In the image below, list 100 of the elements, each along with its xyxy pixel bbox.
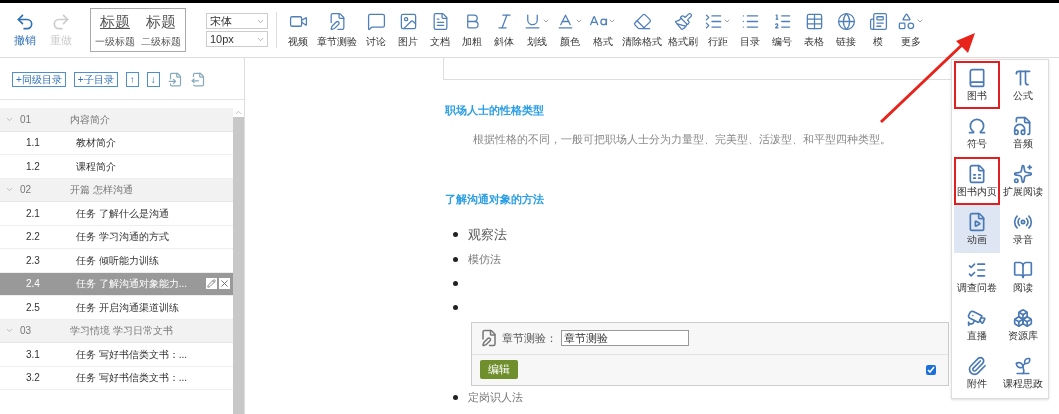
menu-item[interactable]: 图书	[954, 61, 1000, 109]
paperclip-icon	[967, 355, 987, 376]
section-number: 2.3	[26, 253, 41, 268]
font-size-select[interactable]: 10px	[206, 31, 268, 47]
chapter-row[interactable]: 02 开篇 怎样沟通	[0, 178, 233, 202]
undo-icon	[15, 11, 35, 32]
toolbar-button[interactable]: 文档	[427, 11, 453, 49]
toolbar-button[interactable]: 编号	[769, 11, 795, 49]
font-family-select[interactable]: 宋体	[206, 13, 268, 29]
section-title: 教材简介	[76, 136, 117, 151]
section-title: 任务 开启沟通渠道训练	[76, 300, 180, 315]
menu-item[interactable]: 公式	[1000, 61, 1046, 109]
chapter-row[interactable]: 01 内容简介	[0, 108, 233, 132]
chapter-title: 内容简介	[70, 112, 110, 127]
bullet-text: 定岗识人法	[468, 390, 523, 406]
chapter-number: 03	[20, 324, 33, 339]
toolbar-button[interactable]: 颜色	[556, 11, 583, 49]
toolbar-button[interactable]: 清除格式	[622, 11, 662, 49]
menu-item[interactable]: 音频	[1000, 109, 1046, 157]
scroll-up-icon[interactable]	[233, 108, 244, 117]
quiz-label: 章节测验：	[502, 330, 557, 346]
template-icon	[868, 11, 888, 31]
section-title: 课程简介	[76, 159, 117, 174]
table-icon	[804, 11, 824, 31]
toolbar-button[interactable]: 模	[865, 11, 891, 49]
page-icon	[967, 163, 987, 184]
toolbar-button[interactable]: 目录	[737, 11, 763, 49]
menu-item[interactable]: 课程思政	[1000, 349, 1046, 397]
undo-button[interactable]: 撤销	[10, 11, 40, 49]
redo-icon	[51, 11, 71, 32]
chapter-row[interactable]: 03 学习情境 学习日常文书	[0, 319, 233, 343]
delete-icon[interactable]	[219, 278, 230, 290]
bullet-icon	[453, 257, 458, 262]
eraser-icon	[632, 11, 652, 31]
toolbar-button[interactable]: 表格	[801, 11, 827, 49]
menu-item[interactable]: 调查问卷	[954, 253, 1000, 301]
toolbar-button[interactable]: 划线	[523, 11, 550, 49]
menu-item[interactable]: 符号	[954, 109, 1000, 157]
audio-file-icon	[1013, 115, 1033, 136]
toolbar-button[interactable]: 加粗	[459, 11, 485, 49]
bullet-icon	[453, 281, 458, 286]
outline-button[interactable]: ↑	[125, 72, 139, 87]
open-book-icon	[1013, 259, 1033, 280]
outline-button[interactable]: ↓	[146, 72, 160, 87]
image-icon	[398, 11, 418, 31]
outline-button[interactable]: +同级目录	[12, 72, 66, 87]
sparkle-icon	[1013, 163, 1033, 184]
caret-icon	[542, 17, 550, 25]
heading-style-button[interactable]: 标题 一级标题	[95, 11, 135, 49]
video-file-icon	[967, 211, 987, 232]
caret-icon	[916, 17, 924, 25]
menu-item[interactable]: 动画	[954, 205, 1000, 253]
menu-item[interactable]: 附件	[954, 349, 1000, 397]
book-icon	[967, 67, 987, 88]
section-title: 任务 了解沟通对象能力...	[76, 277, 189, 292]
section-number: 2.4	[26, 277, 41, 292]
menu-item[interactable]: 图书内页	[954, 157, 1000, 205]
toolbar-button[interactable]: 格式刷	[668, 11, 698, 49]
toolbar-button[interactable]: 图片	[395, 11, 421, 49]
import-icon[interactable]	[167, 72, 183, 87]
section-number: 1.1	[26, 136, 41, 151]
section-heading: 了解沟通对象的方法	[445, 192, 545, 207]
section-number: 3.2	[26, 371, 41, 386]
speech-bubble-icon	[366, 11, 386, 31]
section-number: 3.1	[26, 347, 41, 362]
toolbar-button[interactable]: 行距	[704, 11, 731, 49]
export-icon[interactable]	[190, 72, 206, 87]
quiz-icon	[480, 329, 498, 347]
caret-icon	[575, 17, 583, 25]
toolbar-button[interactable]: 讨论	[363, 11, 389, 49]
menu-item[interactable]: 阅读	[1000, 253, 1046, 301]
toolbar-button[interactable]: 章节测验	[317, 11, 357, 49]
option-checkbox[interactable]	[926, 364, 936, 375]
bullet-icon	[453, 305, 458, 310]
outline-button[interactable]: +子目录	[73, 72, 118, 87]
chapter-number: 02	[20, 183, 33, 198]
menu-item[interactable]: 录音	[1000, 205, 1046, 253]
sprout-icon	[1013, 355, 1033, 376]
toolbar-button[interactable]: 视频	[285, 11, 311, 49]
text-color-icon	[556, 11, 575, 31]
bullet-text: 模仿法	[468, 252, 501, 268]
toolbar-button[interactable]: 链接	[833, 11, 859, 49]
boxes-icon	[1013, 307, 1033, 328]
edit-button[interactable]: 编辑	[480, 360, 518, 379]
bullet-text: 观察法	[468, 225, 507, 244]
caret-icon	[723, 17, 731, 25]
menu-item[interactable]: 直播	[954, 301, 1000, 349]
section-number: 2.5	[26, 300, 41, 315]
chapter-number: 01	[20, 112, 33, 127]
toolbar-button[interactable]: 斜体	[491, 11, 517, 49]
heading-style-button[interactable]: 标题 二级标题	[141, 11, 181, 49]
quiz-title-field[interactable]: 章节测验	[561, 330, 689, 346]
edit-icon[interactable]	[206, 278, 217, 290]
menu-item[interactable]: 扩展阅读	[1000, 157, 1046, 205]
menu-item[interactable]: 资源库	[1000, 301, 1046, 349]
section-number: 2.1	[26, 206, 41, 221]
camera-icon	[967, 307, 987, 328]
section-title: 任务 写好书信类文书：...	[76, 371, 189, 386]
toolbar-button[interactable]: 更多	[897, 11, 924, 49]
toolbar-button[interactable]: 格式	[589, 11, 616, 49]
